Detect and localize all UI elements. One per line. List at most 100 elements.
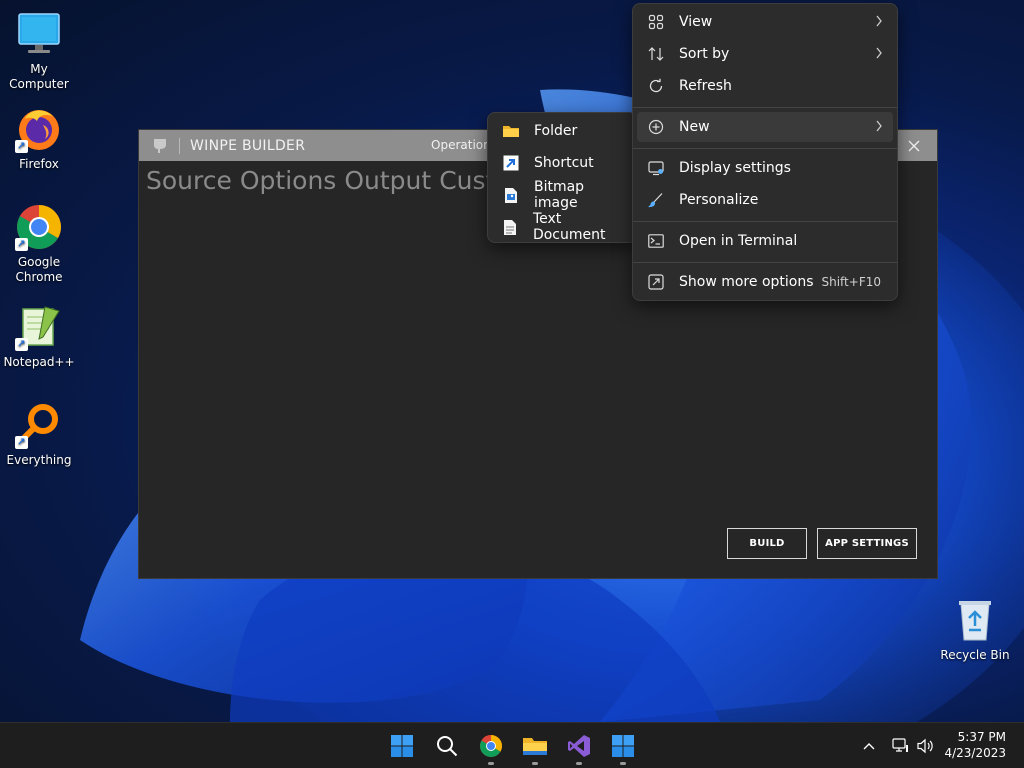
shortcut-icon	[502, 154, 520, 172]
desktop-icon-label: Firefox	[19, 157, 59, 171]
network-icon	[892, 738, 908, 752]
app-settings-button[interactable]: APP SETTINGS	[817, 528, 917, 559]
desktop-icon-label: My Computer	[9, 62, 69, 91]
taskbar-clock[interactable]: 5:37 PM 4/23/2023	[944, 729, 1006, 761]
firefox-icon: ↗	[15, 105, 63, 153]
tab-output[interactable]: Output	[344, 166, 431, 195]
build-button[interactable]: BUILD	[727, 528, 807, 559]
chevron-right-icon	[876, 15, 882, 27]
menu-item-label: Personalize	[679, 192, 759, 208]
desktop-icon-label: Everything	[6, 453, 72, 467]
taskbar-search-button[interactable]	[431, 730, 463, 762]
clock-date: 4/23/2023	[944, 746, 1006, 760]
desktop-icon-recycle-bin[interactable]: Recycle Bin	[936, 596, 1014, 663]
menu-item-label: Sort by	[679, 46, 730, 62]
menu-item-label: Bitmap image	[533, 179, 585, 211]
desktop-icon-everything[interactable]: ↗ Everything	[0, 401, 78, 468]
windows-app-icon	[612, 735, 634, 757]
close-icon	[908, 140, 920, 151]
menu-item-new[interactable]: New	[637, 112, 893, 142]
visual-studio-icon	[568, 735, 590, 757]
menu-item-label: Shortcut	[534, 155, 594, 171]
show-hidden-icons-button[interactable]	[853, 730, 885, 762]
sort-icon	[647, 45, 665, 63]
menu-item-label: Text Document	[532, 211, 606, 243]
operation-label[interactable]: Operation	[431, 138, 491, 152]
running-indicator	[620, 762, 626, 765]
tab-options[interactable]: Options	[240, 166, 336, 195]
running-indicator	[532, 762, 538, 765]
brush-icon	[647, 191, 665, 209]
notepad-plus-plus-icon: ↗	[15, 303, 63, 351]
shortcut-arrow-icon: ↗	[15, 338, 28, 351]
volume-icon	[917, 738, 933, 754]
new-shortcut-item[interactable]: Shortcut	[492, 148, 632, 178]
taskbar-chrome-button[interactable]	[475, 730, 507, 765]
search-icon	[437, 736, 458, 757]
menu-item-show-more-options[interactable]: Show more options Shift+F10	[637, 267, 893, 297]
menu-item-sort-by[interactable]: Sort by	[637, 39, 893, 69]
new-icon	[647, 118, 665, 136]
desktop-icon-label: Google Chrome	[15, 255, 63, 284]
menu-item-view[interactable]: View	[637, 7, 893, 37]
shortcut-arrow-icon: ↗	[15, 238, 28, 251]
clock-time: 5:37 PM	[957, 730, 1006, 744]
everything-search-icon: ↗	[15, 401, 63, 449]
taskbar: 5:37 PM 4/23/2023	[0, 722, 1024, 768]
monitor-icon	[15, 10, 63, 58]
volume-button[interactable]	[909, 730, 941, 762]
desktop-icon-notepad-plus-plus[interactable]: ↗ Notepad++	[0, 303, 78, 370]
desktop-icon-firefox[interactable]: ↗ Firefox	[0, 105, 78, 172]
folder-icon	[523, 738, 547, 755]
desktop-icon-label: Recycle Bin	[940, 648, 1010, 662]
running-indicator	[488, 762, 494, 765]
menu-separator	[633, 221, 897, 222]
tab-custom[interactable]: Cust	[439, 166, 492, 195]
windows-logo-icon	[391, 735, 413, 757]
taskbar-file-explorer-button[interactable]	[519, 730, 551, 765]
new-submenu: Folder Shortcut Bitmap image Text Docume…	[487, 112, 637, 243]
new-folder-item[interactable]: Folder	[492, 116, 632, 146]
display-icon	[647, 159, 665, 177]
menu-separator	[633, 107, 897, 108]
menu-separator	[633, 262, 897, 263]
view-icon	[647, 13, 665, 31]
menu-separator	[633, 148, 897, 149]
shortcut-arrow-icon: ↗	[15, 140, 28, 153]
desktop-icon-my-computer[interactable]: My Computer	[0, 10, 78, 92]
keyboard-shortcut: Shift+F10	[821, 275, 881, 289]
menu-item-open-in-terminal[interactable]: Open in Terminal	[637, 226, 893, 256]
menu-item-label: Display settings	[679, 160, 791, 176]
desktop-icon-google-chrome[interactable]: ↗ Google Chrome	[0, 203, 78, 285]
menu-item-label: View	[679, 14, 713, 30]
start-button[interactable]	[386, 730, 418, 762]
text-document-icon	[502, 218, 519, 236]
refresh-icon	[647, 77, 665, 95]
menu-item-label: New	[679, 119, 710, 135]
app-title: WINPE BUILDER	[190, 137, 306, 154]
menu-item-label: Open in Terminal	[679, 233, 798, 249]
taskbar-winpe-builder-button[interactable]	[607, 730, 639, 765]
desktop-context-menu: View Sort by Refresh New Display setting…	[632, 3, 898, 301]
new-bitmap-item[interactable]: Bitmap image	[492, 179, 632, 211]
menu-item-refresh[interactable]: Refresh	[637, 71, 893, 101]
app-tab-bar: Source Options Output Cust	[146, 166, 492, 195]
menu-item-display-settings[interactable]: Display settings	[637, 153, 893, 183]
shortcut-arrow-icon: ↗	[15, 436, 28, 449]
new-text-document-item[interactable]: Text Document	[492, 211, 632, 243]
chevron-up-icon	[863, 743, 875, 750]
menu-item-personalize[interactable]: Personalize	[637, 185, 893, 215]
menu-item-label: Refresh	[679, 78, 732, 94]
taskbar-visual-studio-button[interactable]	[563, 730, 595, 765]
recycle-bin-icon	[951, 596, 999, 644]
chrome-icon	[480, 735, 502, 757]
title-separator	[179, 137, 180, 154]
menu-item-label: Folder	[534, 123, 578, 139]
terminal-icon	[647, 232, 665, 250]
chevron-right-icon	[876, 120, 882, 132]
chrome-icon: ↗	[15, 203, 63, 251]
bitmap-icon	[502, 186, 520, 204]
desktop-icon-label: Notepad++	[3, 355, 75, 369]
folder-icon	[502, 122, 520, 140]
tab-source[interactable]: Source	[146, 166, 232, 195]
